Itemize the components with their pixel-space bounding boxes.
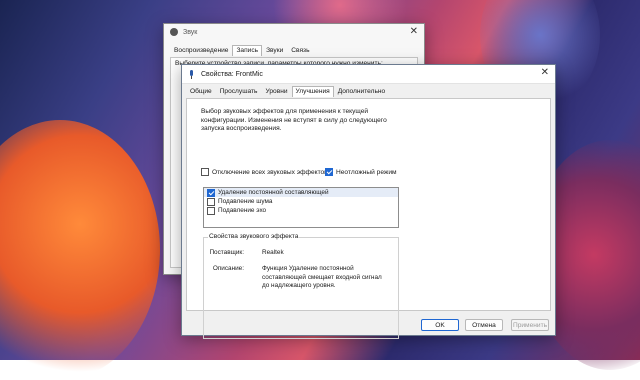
sound-window-title: Звук bbox=[183, 28, 198, 36]
properties-dialog: Свойства: FrontMic ✕ Общие Прослушать Ур… bbox=[181, 64, 556, 339]
close-icon[interactable]: ✕ bbox=[541, 67, 549, 79]
microphone-icon bbox=[188, 69, 195, 79]
effect-label: Подавление эхо bbox=[218, 207, 267, 214]
disable-all-effects-label: Отключение всех звуковых эффектов bbox=[212, 168, 328, 176]
effect-label: Подавление шума bbox=[218, 198, 273, 205]
tab-listen[interactable]: Прослушать bbox=[216, 86, 262, 97]
effect-checkbox[interactable] bbox=[207, 197, 215, 206]
cancel-button[interactable]: Отмена bbox=[465, 319, 503, 331]
tab-communications[interactable]: Связь bbox=[287, 45, 313, 56]
tab-playback[interactable]: Воспроизведение bbox=[170, 45, 232, 56]
tab-advanced[interactable]: Дополнительно bbox=[334, 86, 389, 97]
description-label: Описание: bbox=[212, 265, 244, 272]
tab-levels[interactable]: Уровни bbox=[261, 86, 291, 97]
sound-window-titlebar[interactable]: Звук ✕ bbox=[164, 24, 424, 40]
tab-general[interactable]: Общие bbox=[186, 86, 216, 97]
speaker-icon bbox=[170, 28, 178, 36]
effect-label: Удаление постоянной составляющей bbox=[218, 189, 329, 196]
dialog-tabs: Общие Прослушать Уровни Улучшения Дополн… bbox=[186, 86, 389, 97]
enhancements-pane: Выбор звуковых эффектов для применения к… bbox=[186, 98, 551, 339]
effect-properties-title: Свойства звукового эффекта bbox=[208, 233, 300, 240]
tab-enhancements[interactable]: Улучшения bbox=[291, 86, 334, 97]
immediate-mode-label: Неотложный режим bbox=[336, 168, 397, 176]
effect-checkbox[interactable] bbox=[207, 188, 215, 197]
effect-properties-group: Свойства звукового эффекта Поставщик: Re… bbox=[203, 233, 399, 339]
apply-button[interactable]: Применить bbox=[511, 319, 549, 331]
effect-checkbox[interactable] bbox=[207, 206, 215, 215]
dialog-title: Свойства: FrontMic bbox=[201, 70, 263, 78]
provider-label: Поставщик: bbox=[209, 249, 244, 256]
list-item[interactable]: Подавление эхо bbox=[204, 206, 398, 215]
list-item[interactable]: Удаление постоянной составляющей bbox=[204, 188, 398, 197]
tab-recording[interactable]: Запись bbox=[232, 45, 263, 56]
list-item[interactable]: Подавление шума bbox=[204, 197, 398, 206]
effects-list[interactable]: Удаление постоянной составляющей Подавле… bbox=[203, 187, 399, 228]
enhancements-description: Выбор звуковых эффектов для применения к… bbox=[201, 108, 387, 132]
disable-all-effects-checkbox[interactable] bbox=[201, 168, 209, 176]
disable-all-effects-row[interactable]: Отключение всех звуковых эффектов bbox=[201, 168, 328, 176]
immediate-mode-checkbox[interactable] bbox=[325, 168, 333, 176]
tab-sounds[interactable]: Звуки bbox=[262, 45, 287, 56]
sound-tabs: Воспроизведение Запись Звуки Связь bbox=[170, 45, 314, 56]
close-icon[interactable]: ✕ bbox=[410, 26, 418, 38]
provider-value: Realtek bbox=[262, 249, 284, 256]
dialog-titlebar[interactable]: Свойства: FrontMic ✕ bbox=[182, 65, 555, 84]
immediate-mode-row[interactable]: Неотложный режим bbox=[325, 168, 397, 176]
description-value: Функция Удаление постоянной составляющей… bbox=[262, 265, 382, 289]
ok-button[interactable]: OK bbox=[421, 319, 459, 331]
